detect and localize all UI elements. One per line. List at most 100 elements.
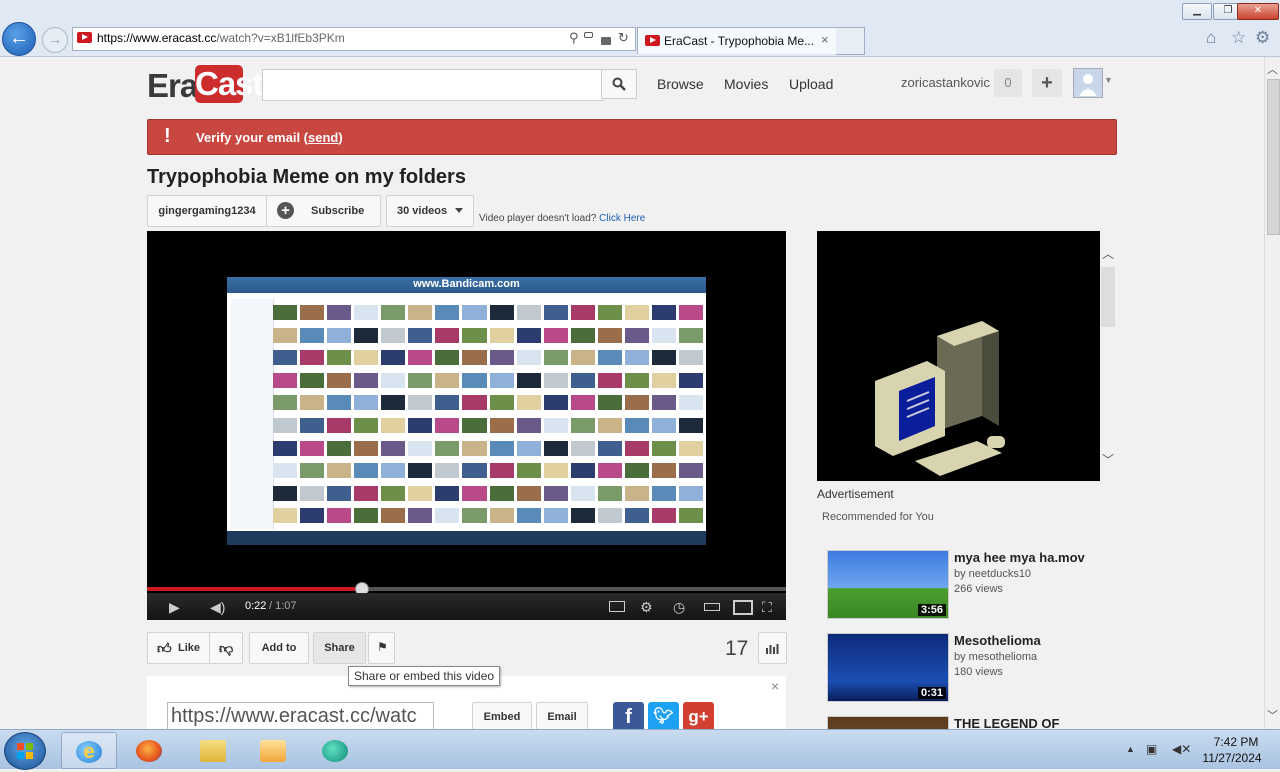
recommended-item[interactable]: 3:56 mya hee mya ha.mov by neetducks10 2… — [827, 550, 1117, 633]
minimize-button[interactable]: ▁ — [1182, 3, 1212, 20]
page-scrollbar[interactable]: ︿ ﹀ — [1264, 57, 1280, 729]
ad-scroll-down-icon[interactable]: ﹀ — [1102, 451, 1114, 468]
embed-button[interactable]: Embed — [472, 702, 532, 729]
video-thumbnail[interactable]: 0:31 — [827, 633, 949, 702]
video-frame-thumbnail — [597, 440, 622, 456]
email-button[interactable]: Email — [536, 702, 588, 729]
video-frame-thumbnail — [651, 417, 676, 433]
recommended-item[interactable]: THE LEGEND OF — [827, 716, 1117, 729]
close-share-icon[interactable]: × — [771, 678, 779, 694]
video-frame-thumbnail — [408, 350, 433, 366]
volume-muted-icon[interactable]: ◀✕ — [1172, 742, 1191, 756]
username[interactable]: zoricastankovic — [901, 75, 990, 90]
twitter-icon[interactable]: 🐦︎ — [648, 702, 679, 729]
scrollbar-thumb[interactable] — [1267, 79, 1280, 235]
video-frame-thumbnail — [300, 327, 325, 343]
clock-icon[interactable]: ◷ — [673, 599, 685, 616]
recommended-author[interactable]: by neetducks10 — [954, 568, 1031, 580]
volume-icon[interactable]: ◀) — [210, 599, 225, 616]
recommended-title[interactable]: Mesothelioma — [954, 633, 1041, 648]
search-icon[interactable]: ⚲ — [569, 30, 579, 46]
flag-button[interactable]: ⚑ — [368, 632, 395, 664]
network-icon[interactable]: ▣ — [1146, 742, 1157, 756]
scroll-up-icon[interactable]: ︿ — [1267, 61, 1278, 77]
favorites-star-icon[interactable]: ☆ — [1231, 28, 1246, 48]
recommended-author[interactable]: by mesothelioma — [954, 651, 1037, 663]
theater-mode-icon[interactable] — [733, 600, 753, 615]
avatar[interactable] — [1073, 68, 1103, 98]
back-button[interactable]: ← — [2, 22, 36, 56]
taskbar-app[interactable] — [308, 732, 362, 767]
chevron-down-icon[interactable]: ▼ — [1104, 75, 1113, 85]
facebook-icon[interactable]: f — [613, 702, 644, 729]
video-player[interactable]: www.Bandicam.com ▶ ◀) 0:22 / 1:07 ⚙ ◷ ⛶ — [147, 231, 786, 620]
video-frame-thumbnail — [354, 350, 379, 366]
search-button[interactable] — [601, 69, 637, 99]
google-plus-icon[interactable]: g+ — [683, 702, 714, 729]
send-verification-link[interactable]: send — [308, 130, 338, 145]
recommended-title[interactable]: THE LEGEND OF — [954, 716, 1059, 729]
taskbar-file-explorer[interactable] — [186, 732, 240, 767]
ad-scrollbar-thumb[interactable] — [1101, 267, 1115, 327]
tray-expand-icon[interactable]: ▲ — [1126, 744, 1135, 754]
click-here-link[interactable]: Click Here — [599, 213, 645, 224]
recommended-item[interactable]: 0:31 Mesothelioma by mesothelioma 180 vi… — [827, 633, 1117, 716]
add-button[interactable]: + — [1032, 69, 1062, 97]
dropdown-chevron-icon[interactable] — [584, 32, 593, 38]
settings-gear-icon[interactable]: ⚙ — [640, 599, 653, 616]
notification-count[interactable]: 0 — [994, 69, 1022, 97]
close-window-button[interactable]: ✕ — [1237, 3, 1279, 20]
recommended-title[interactable]: mya hee mya ha.mov — [954, 550, 1085, 565]
address-bar[interactable]: https://www.eracast.cc/watch?v=xB1lfEb3P… — [72, 27, 636, 51]
nav-browse[interactable]: Browse — [657, 76, 704, 92]
ad-scroll-up-icon[interactable]: ︿ — [1102, 245, 1114, 262]
new-tab-button[interactable] — [836, 27, 865, 55]
like-button[interactable]: 👍︎ Like — [147, 632, 210, 664]
scroll-down-icon[interactable]: ﹀ — [1267, 707, 1278, 723]
flag-icon: ⚑ — [377, 640, 388, 654]
subscribe-button[interactable]: + Subscribe — [266, 195, 381, 227]
taskbar-firefox[interactable] — [122, 732, 176, 767]
video-frame-thumbnail — [462, 417, 487, 433]
video-thumbnail[interactable] — [827, 716, 949, 729]
refresh-icon[interactable]: ↻ — [618, 30, 629, 46]
video-frame-thumbnail — [327, 372, 352, 388]
captions-icon[interactable] — [609, 601, 625, 612]
taskbar-media-player[interactable] — [246, 732, 300, 767]
gear-icon[interactable]: ⚙ — [1255, 28, 1270, 48]
nav-upload[interactable]: Upload — [789, 76, 833, 92]
video-frame-thumbnail — [435, 305, 460, 320]
video-frame-thumbnail — [543, 463, 568, 479]
dislike-button[interactable]: 👎︎ — [209, 632, 243, 664]
advertisement-box[interactable] — [817, 231, 1100, 481]
video-watermark: www.Bandicam.com — [413, 278, 520, 290]
video-frame-thumbnail — [597, 305, 622, 320]
video-frame-thumbnail — [408, 440, 433, 456]
small-player-icon[interactable] — [704, 603, 720, 611]
video-frame-thumbnail — [354, 508, 379, 524]
video-thumbnail[interactable]: 3:56 — [827, 550, 949, 619]
forward-button[interactable]: → — [42, 27, 68, 53]
video-frame-thumbnail — [273, 463, 298, 479]
address-url[interactable]: https://www.eracast.cc/watch?v=xB1lfEb3P… — [97, 31, 345, 45]
share-url-field[interactable]: https://www.eracast.cc/watc — [167, 702, 434, 729]
videos-dropdown[interactable]: 30 videos — [386, 195, 474, 227]
play-icon[interactable]: ▶ — [169, 599, 180, 616]
taskbar-internet-explorer[interactable]: e — [61, 732, 117, 769]
add-to-button[interactable]: Add to — [249, 632, 309, 664]
search-input[interactable] — [262, 69, 604, 101]
start-button[interactable] — [4, 732, 46, 770]
clock-date[interactable]: 11/27/2024 — [1200, 751, 1264, 765]
share-button[interactable]: Share — [313, 632, 366, 664]
channel-button[interactable]: gingergaming1234 — [147, 195, 267, 227]
fullscreen-icon[interactable]: ⛶ — [762, 599, 772, 616]
video-frame-thumbnail — [651, 350, 676, 366]
video-frame-thumbnail — [543, 372, 568, 388]
home-icon[interactable]: ⌂ — [1206, 28, 1216, 48]
tab-eracast[interactable]: EraCast - Trypophobia Me... × — [637, 27, 837, 54]
lock-icon[interactable] — [601, 37, 611, 45]
nav-movies[interactable]: Movies — [724, 76, 768, 92]
tab-close-icon[interactable]: × — [821, 32, 829, 47]
clock-time[interactable]: 7:42 PM — [1208, 735, 1264, 749]
stats-button[interactable] — [758, 632, 787, 664]
